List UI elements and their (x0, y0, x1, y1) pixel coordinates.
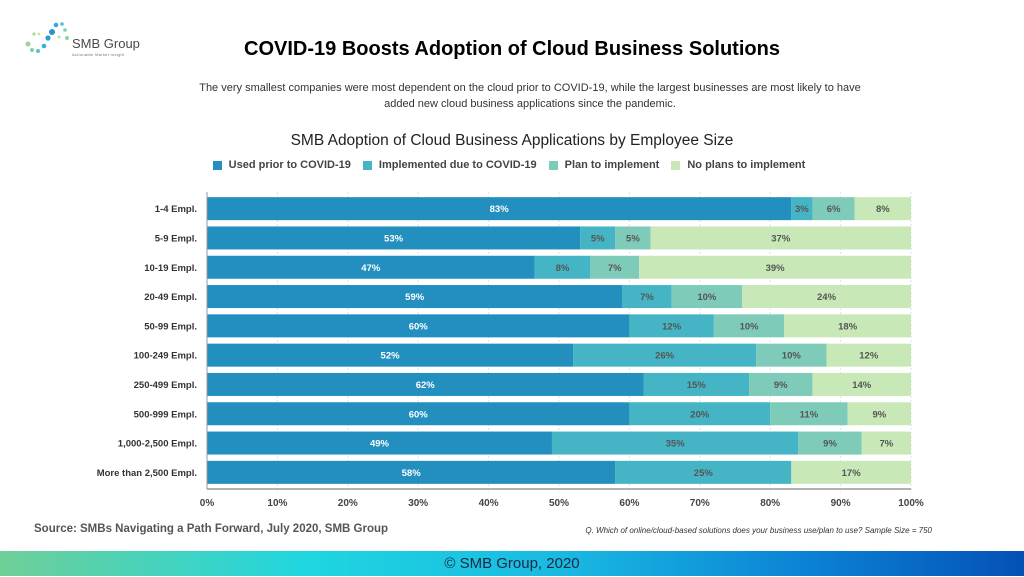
data-label: 58% (402, 468, 422, 479)
data-label: 5% (591, 233, 605, 244)
data-label: 62% (416, 380, 436, 391)
data-label: 11% (800, 409, 819, 420)
data-label: 20% (690, 409, 710, 420)
data-label: 49% (370, 439, 390, 450)
x-tick-label: 0% (200, 498, 215, 509)
x-tick-label: 70% (690, 498, 710, 509)
y-category-label: 20-49 Empl. (144, 292, 197, 303)
data-label: 47% (361, 263, 381, 274)
y-category-label: 10-19 Empl. (144, 263, 197, 274)
data-label: 12% (662, 321, 682, 332)
data-label: 9% (774, 380, 788, 391)
data-label: 60% (409, 321, 429, 332)
data-label: 39% (766, 263, 786, 274)
data-label: 12% (859, 351, 879, 362)
data-label: 18% (838, 321, 858, 332)
y-category-label: More than 2,500 Empl. (97, 468, 197, 479)
x-tick-label: 90% (831, 498, 851, 509)
data-label: 59% (405, 292, 425, 303)
data-label: 7% (608, 263, 622, 274)
y-category-label: 1-4 Empl. (155, 204, 197, 215)
data-label: 52% (381, 351, 401, 362)
data-label: 10% (782, 351, 802, 362)
data-label: 9% (872, 409, 886, 420)
data-label: 60% (409, 409, 429, 420)
data-label: 5% (626, 233, 640, 244)
data-label: 25% (694, 468, 714, 479)
stacked-bar-chart: 0% 10% 20% 30% 40% 50% 60% 70% 80% 90% 100% 1-4 Emp… (97, 192, 924, 509)
y-category-label: 100-249 Empl. (134, 351, 197, 362)
x-tick-label: 20% (338, 498, 358, 509)
source-note: Source: SMBs Navigating a Path Forward, … (34, 523, 389, 535)
data-label: 24% (817, 292, 837, 303)
y-category-label: 500-999 Empl. (134, 409, 197, 420)
data-label: 15% (687, 380, 707, 391)
data-label: 10% (740, 321, 760, 332)
data-label: 7% (879, 439, 893, 450)
data-label: 37% (771, 233, 791, 244)
x-tick-label: 60% (619, 498, 639, 509)
data-label: 3% (795, 204, 809, 215)
data-label: 6% (827, 204, 841, 215)
copyright-footer: © SMB Group, 2020 (0, 551, 1024, 576)
x-tick-label: 80% (760, 498, 780, 509)
data-label: 8% (556, 263, 570, 274)
x-tick-label: 100% (898, 498, 924, 509)
y-category-label: 1,000-2,500 Empl. (118, 439, 197, 450)
x-tick-label: 50% (549, 498, 569, 509)
data-label: 10% (697, 292, 717, 303)
x-tick-label: 30% (408, 498, 428, 509)
data-label: 53% (384, 233, 404, 244)
data-label: 83% (490, 204, 510, 215)
data-label: 17% (842, 468, 862, 479)
data-label: 8% (876, 204, 890, 215)
data-label: 26% (655, 351, 675, 362)
data-label: 7% (640, 292, 654, 303)
survey-question-note: Q. Which of online/cloud-based solutions… (585, 526, 932, 535)
data-label: 9% (823, 439, 837, 450)
data-label: 14% (852, 380, 872, 391)
x-tick-label: 40% (479, 498, 499, 509)
y-category-label: 250-499 Empl. (134, 380, 197, 391)
data-label: 35% (666, 439, 686, 450)
x-tick-label: 10% (267, 498, 287, 509)
y-category-label: 50-99 Empl. (144, 321, 197, 332)
y-category-label: 5-9 Empl. (155, 233, 197, 244)
